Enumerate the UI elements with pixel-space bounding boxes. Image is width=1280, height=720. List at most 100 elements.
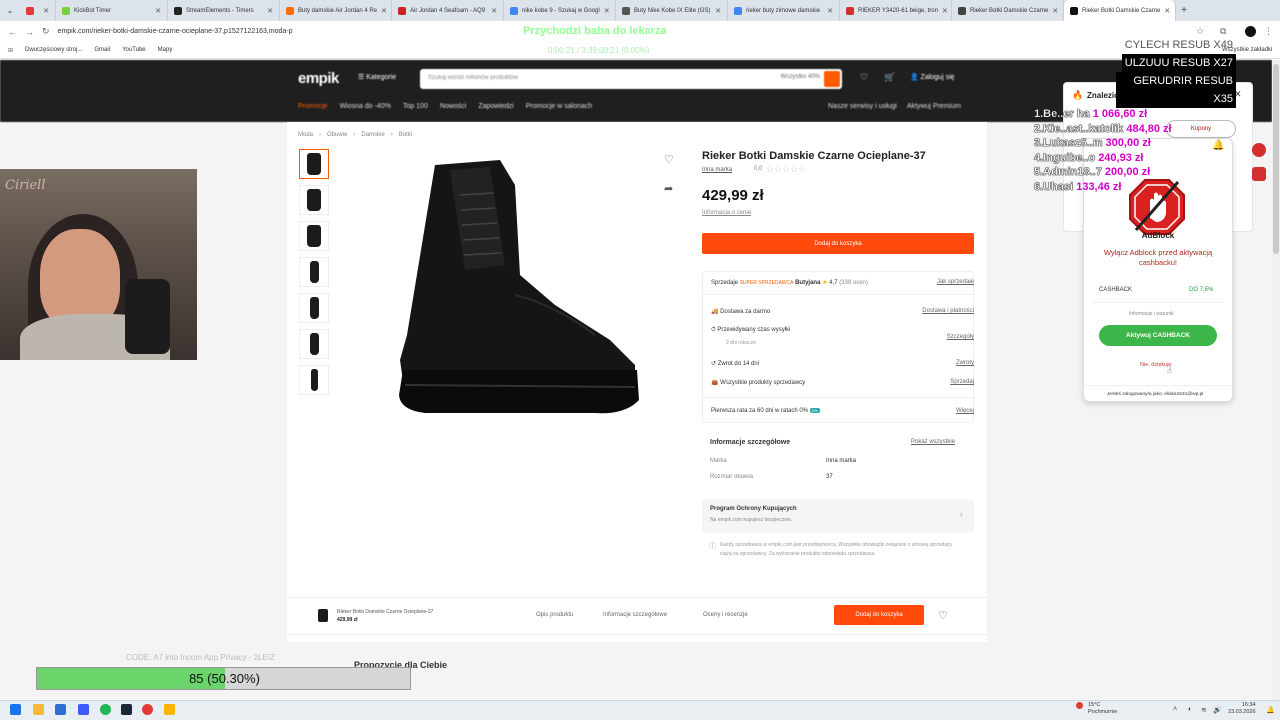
row-link[interactable]: Zwroty: [956, 360, 974, 366]
tab-close-icon[interactable]: ✕: [604, 7, 610, 15]
tab-close-icon[interactable]: ✕: [491, 7, 497, 15]
row-link[interactable]: Więcej: [956, 408, 974, 414]
tab-close-icon[interactable]: ✕: [1052, 7, 1058, 15]
product-image[interactable]: [395, 155, 645, 420]
login-link[interactable]: 👤 Zaloguj się: [910, 73, 955, 81]
tab-close-icon[interactable]: ✕: [155, 7, 161, 15]
menu-item[interactable]: Promocje w salonach: [526, 103, 593, 110]
thumbnail[interactable]: [299, 329, 329, 359]
tab-close-icon[interactable]: ✕: [1164, 7, 1170, 15]
breadcrumb-item[interactable]: Moda: [298, 132, 313, 138]
windows-start-icon[interactable]: [10, 704, 21, 715]
activate-cashback-button[interactable]: Aktywuj CASHBACK: [1099, 325, 1217, 346]
chrome-icon[interactable]: [142, 704, 153, 715]
site-logo[interactable]: empik: [298, 70, 339, 87]
thumbnail[interactable]: [299, 185, 329, 215]
forward-icon[interactable]: →: [25, 27, 34, 37]
buyer-protection-box[interactable]: [702, 499, 974, 533]
scrollbar-thumb[interactable]: [1273, 64, 1279, 254]
cart-icon[interactable]: 🛒: [884, 72, 895, 83]
tab-search-icon[interactable]: ⌄: [0, 6, 20, 15]
browser-tab[interactable]: Air Jordan 4 Seafoam - AQ9 ✕: [392, 0, 504, 21]
menu-item[interactable]: Aktywuj Premium: [907, 103, 961, 110]
bookmark-item[interactable]: Gmail: [94, 47, 110, 53]
wifi-icon[interactable]: ≋: [1201, 706, 1207, 714]
file-explorer-icon[interactable]: [33, 704, 44, 715]
browser-tab[interactable]: Buty Nike Kobe IX Elite (GS) ✕: [616, 0, 728, 21]
categories-button[interactable]: ☰ Kategorie: [358, 73, 396, 81]
rating-stars[interactable]: ☆☆☆☆☆: [766, 164, 806, 175]
tab-close-icon[interactable]: ✕: [942, 7, 948, 15]
row-link[interactable]: Szczegóły: [947, 334, 974, 340]
clock[interactable]: 16:34 23.03.2026: [1228, 702, 1256, 716]
coupons-button[interactable]: Kupony: [1166, 120, 1236, 138]
spotify-icon[interactable]: [100, 704, 111, 715]
tab-close-icon[interactable]: ✕: [267, 7, 273, 15]
terms-link[interactable]: Informacje i warunki: [1129, 311, 1173, 317]
menu-dots-icon[interactable]: ⋮: [1264, 26, 1273, 37]
breadcrumb-item[interactable]: Botki: [399, 132, 412, 138]
weather-widget[interactable]: 15°C Pochmurnie: [1088, 702, 1117, 716]
search-button[interactable]: [824, 71, 840, 87]
reload-icon[interactable]: ↻: [42, 26, 50, 37]
sticky-add-to-cart-button[interactable]: Dodaj do koszyka: [834, 605, 924, 625]
favorite-heart-icon[interactable]: ♡: [664, 153, 674, 166]
breadcrumb-item[interactable]: Damskie: [361, 132, 384, 138]
thumbnail[interactable]: [299, 365, 329, 395]
bookmark-item[interactable]: Dwuczęściowy stroj...: [25, 47, 82, 53]
extension-icon[interactable]: [1252, 167, 1266, 181]
thumbnail[interactable]: [299, 257, 329, 287]
row-link[interactable]: Sprzedaj: [950, 379, 974, 385]
seller-link[interactable]: Jak sprzedaje: [937, 279, 974, 285]
bookmark-item[interactable]: YouTube: [122, 47, 146, 53]
menu-item[interactable]: Promocje: [298, 103, 328, 110]
browser-tab[interactable]: StreamElements - Timers ✕: [168, 0, 280, 21]
steam-icon[interactable]: [121, 704, 132, 715]
tab-reviews[interactable]: Oceny i recenzje: [703, 612, 748, 618]
menu-item[interactable]: Zapowiedzi: [478, 103, 513, 110]
tray-chevron-icon[interactable]: ˄: [1173, 706, 1177, 713]
details-show-all-link[interactable]: Pokaż wszystkie: [911, 439, 955, 445]
menu-item[interactable]: Nowości: [440, 103, 466, 110]
tab-details[interactable]: Informacje szczegółowe: [603, 612, 667, 618]
thumbnail[interactable]: [299, 221, 329, 251]
back-icon[interactable]: ←: [8, 27, 17, 37]
app-icon[interactable]: [55, 704, 66, 715]
tab-close-icon[interactable]: ✕: [715, 7, 721, 15]
heart-icon[interactable]: ♡: [860, 72, 868, 83]
thumbnail[interactable]: [299, 293, 329, 323]
bookmark-item[interactable]: Mapy: [158, 47, 173, 53]
share-icon[interactable]: ➦: [664, 182, 673, 195]
browser-tab[interactable]: RIEKER Y3420-61 beige, tron ✕: [840, 0, 952, 21]
tab-close-icon[interactable]: ✕: [381, 7, 387, 15]
tray-icon[interactable]: ◐: [1188, 706, 1192, 713]
browser-tab[interactable]: Buty damskie Air Jordan 4 Re ✕: [280, 0, 392, 21]
notifications-icon[interactable]: 🔔: [1266, 706, 1275, 714]
brand-link[interactable]: Inna marka: [702, 167, 732, 173]
search-scope-select[interactable]: Wszystko 40%: [781, 74, 820, 80]
browser-tab[interactable]: ✕: [20, 0, 56, 21]
profile-avatar[interactable]: [1245, 26, 1256, 37]
browser-tab[interactable]: rieker buty zimowe damskie ✕: [728, 0, 840, 21]
volume-icon[interactable]: 🔊: [1213, 706, 1222, 714]
bell-icon[interactable]: 🔔: [1212, 140, 1224, 151]
tab-description[interactable]: Opis produktu: [536, 612, 573, 618]
price-info-link[interactable]: Informacja o cenie: [702, 210, 751, 216]
browser-tab[interactable]: Rieker Botki Damskie Czarne ✕: [1064, 0, 1176, 21]
search-input[interactable]: Szukaj wśród milionów produktów Wszystko…: [420, 69, 842, 89]
tab-close-icon[interactable]: ✕: [43, 7, 49, 15]
url-input[interactable]: empik.com/rieker-botki-damskie-czarne-oc…: [58, 28, 293, 35]
new-tab-icon[interactable]: +: [1176, 5, 1192, 16]
app-icon[interactable]: [164, 704, 175, 715]
thumbnail[interactable]: [299, 149, 329, 179]
menu-item[interactable]: Top 100: [403, 103, 428, 110]
sticky-heart-icon[interactable]: ♡: [938, 609, 948, 622]
apps-icon[interactable]: ⊞: [8, 47, 13, 54]
browser-tab[interactable]: nike kobe 9 - Szukaj w Googl ✕: [504, 0, 616, 21]
seller-name[interactable]: Butyjana: [795, 280, 820, 286]
browser-tab[interactable]: KickBot Timer ✕: [56, 0, 168, 21]
menu-item[interactable]: Nasze serwisy i usługi: [828, 103, 897, 110]
menu-item[interactable]: Wiosna do -40%: [340, 103, 391, 110]
tab-close-icon[interactable]: ✕: [827, 7, 833, 15]
extension-icon[interactable]: [1252, 143, 1266, 157]
